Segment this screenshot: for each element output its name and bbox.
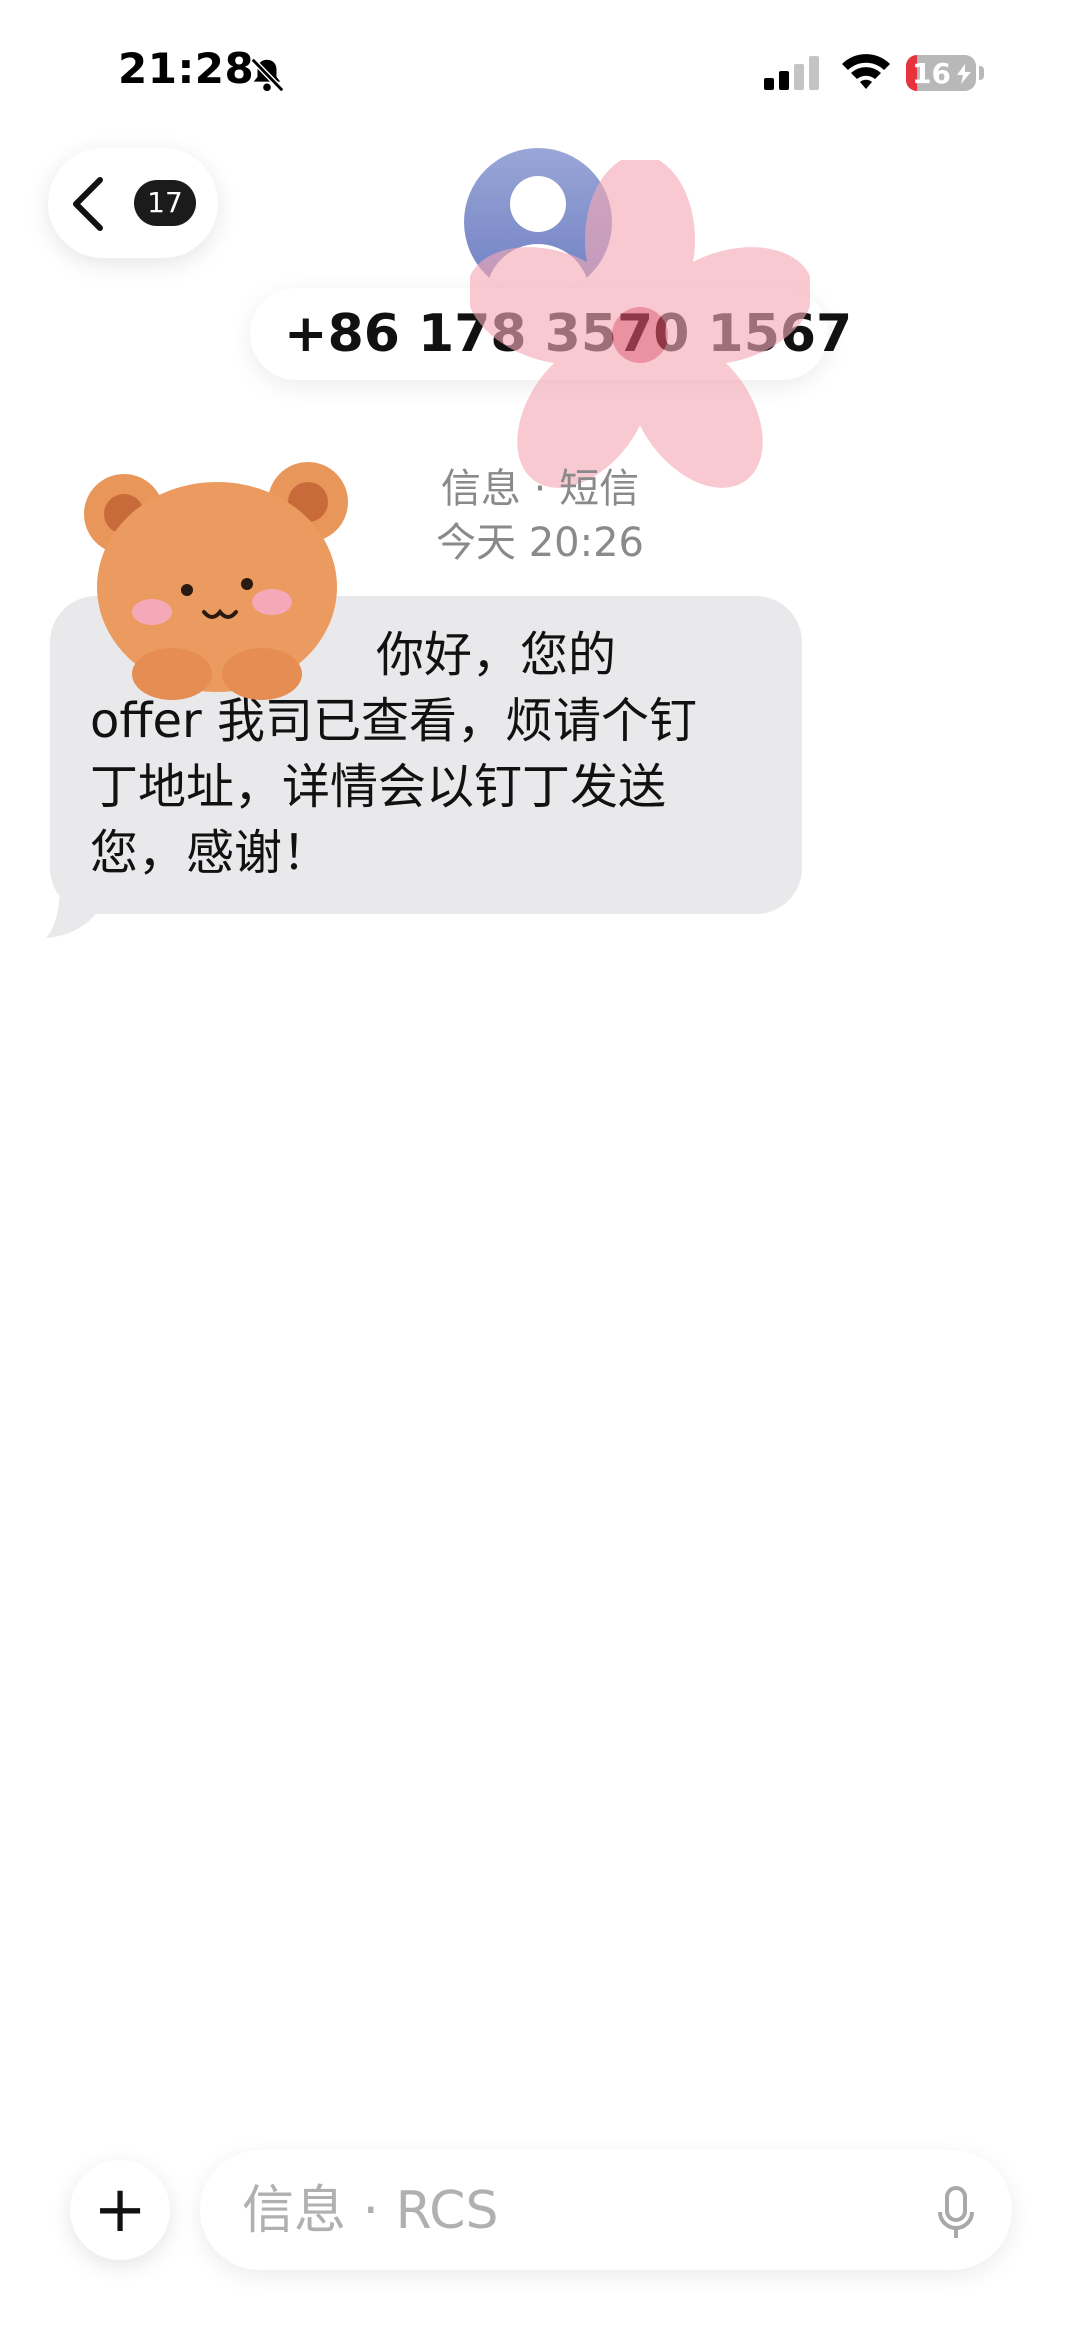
- bear-sticker: [84, 462, 348, 700]
- message-line-3: 丁地址，详情会以钉丁发送: [90, 759, 667, 815]
- microphone-icon[interactable]: [936, 2186, 976, 2242]
- status-bar: 21:28 16: [0, 0, 1080, 140]
- message-line-1: 你好，您的: [376, 627, 617, 683]
- signal-icon: [764, 56, 819, 90]
- unread-count-badge: 17: [134, 180, 196, 226]
- wifi-icon: [842, 54, 890, 89]
- message-input[interactable]: [240, 2174, 884, 2248]
- bolt-icon: [957, 64, 971, 84]
- bell-slash-icon: [250, 57, 285, 93]
- status-time: 21:28: [118, 44, 255, 93]
- battery-icon: 16: [906, 55, 986, 93]
- message-line-4: 您，感谢！: [90, 825, 331, 881]
- plus-icon: +: [93, 2173, 147, 2247]
- add-attachment-button[interactable]: +: [70, 2160, 170, 2260]
- chevron-left-icon: [73, 177, 103, 231]
- back-button[interactable]: 17: [48, 148, 218, 258]
- flower-sticker: [470, 160, 810, 488]
- compose-bar: +: [0, 2140, 1080, 2280]
- message-input-container[interactable]: [200, 2150, 1012, 2270]
